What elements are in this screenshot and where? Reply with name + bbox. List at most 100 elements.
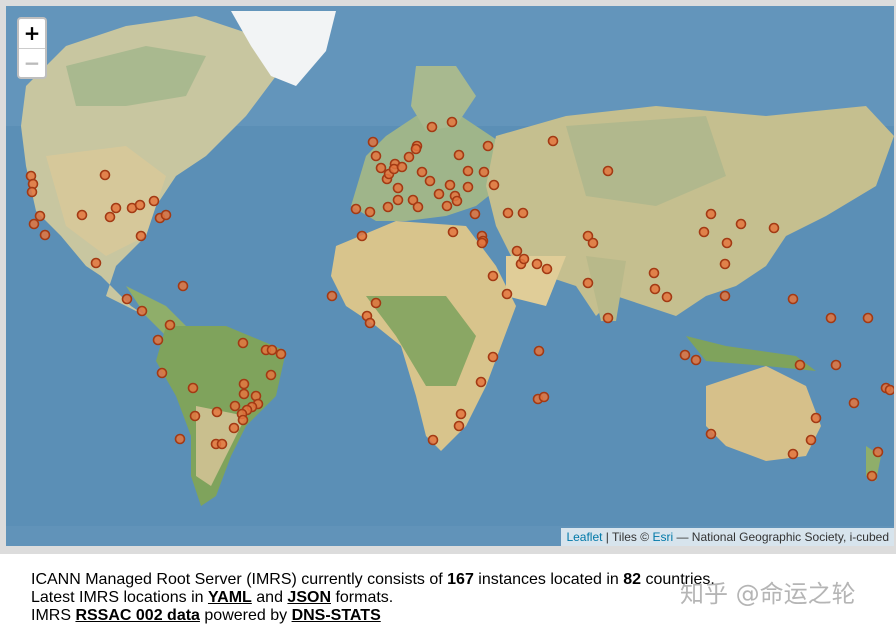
server-location-marker[interactable] (136, 305, 148, 317)
server-location-marker[interactable] (830, 359, 842, 371)
server-location-marker[interactable] (160, 209, 172, 221)
server-location-marker[interactable] (517, 207, 529, 219)
server-location-marker[interactable] (187, 382, 199, 394)
server-location-marker[interactable] (110, 202, 122, 214)
yaml-link[interactable]: YAML (208, 589, 252, 606)
server-location-marker[interactable] (794, 359, 806, 371)
server-location-marker[interactable] (768, 222, 780, 234)
server-location-marker[interactable] (462, 165, 474, 177)
server-location-marker[interactable] (370, 150, 382, 162)
server-location-marker[interactable] (825, 312, 837, 324)
server-location-marker[interactable] (238, 388, 250, 400)
server-location-marker[interactable] (602, 312, 614, 324)
server-location-marker[interactable] (872, 446, 884, 458)
server-location-marker[interactable] (582, 277, 594, 289)
dns-stats-link[interactable]: DNS-STATS (292, 607, 381, 624)
server-location-marker[interactable] (649, 283, 661, 295)
server-location-marker[interactable] (705, 428, 717, 440)
server-location-marker[interactable] (228, 422, 240, 434)
server-location-marker[interactable] (488, 179, 500, 191)
server-location-marker[interactable] (364, 317, 376, 329)
server-location-marker[interactable] (487, 351, 499, 363)
server-location-marker[interactable] (661, 291, 673, 303)
server-location-marker[interactable] (805, 434, 817, 446)
server-location-marker[interactable] (28, 218, 40, 230)
server-location-marker[interactable] (719, 258, 731, 270)
server-location-marker[interactable] (690, 354, 702, 366)
server-location-marker[interactable] (134, 199, 146, 211)
server-location-marker[interactable] (99, 169, 111, 181)
server-location-marker[interactable] (433, 188, 445, 200)
server-location-marker[interactable] (26, 186, 38, 198)
server-location-marker[interactable] (326, 290, 338, 302)
server-location-marker[interactable] (787, 448, 799, 460)
server-location-marker[interactable] (39, 229, 51, 241)
server-location-marker[interactable] (538, 391, 550, 403)
server-location-marker[interactable] (602, 165, 614, 177)
esri-link[interactable]: Esri (652, 530, 673, 544)
server-location-marker[interactable] (547, 135, 559, 147)
server-location-marker[interactable] (275, 348, 287, 360)
server-location-marker[interactable] (392, 194, 404, 206)
server-location-marker[interactable] (265, 369, 277, 381)
server-location-marker[interactable] (447, 226, 459, 238)
json-link[interactable]: JSON (287, 589, 331, 606)
server-location-marker[interactable] (451, 195, 463, 207)
server-location-marker[interactable] (189, 410, 201, 422)
server-location-marker[interactable] (476, 237, 488, 249)
server-location-marker[interactable] (441, 200, 453, 212)
server-location-marker[interactable] (446, 116, 458, 128)
server-location-marker[interactable] (469, 208, 481, 220)
server-location-marker[interactable] (705, 208, 717, 220)
server-location-marker[interactable] (862, 312, 874, 324)
server-location-marker[interactable] (884, 384, 895, 396)
server-location-marker[interactable] (462, 181, 474, 193)
server-location-marker[interactable] (156, 367, 168, 379)
server-location-marker[interactable] (719, 290, 731, 302)
server-location-marker[interactable] (679, 349, 691, 361)
server-location-marker[interactable] (76, 209, 88, 221)
server-location-marker[interactable] (848, 397, 860, 409)
server-location-marker[interactable] (866, 470, 878, 482)
server-location-marker[interactable] (410, 143, 422, 155)
server-location-marker[interactable] (375, 162, 387, 174)
server-location-marker[interactable] (350, 203, 362, 215)
server-location-marker[interactable] (403, 151, 415, 163)
leaflet-link[interactable]: Leaflet (566, 530, 602, 544)
server-location-marker[interactable] (211, 406, 223, 418)
server-location-marker[interactable] (148, 195, 160, 207)
server-location-marker[interactable] (482, 140, 494, 152)
server-location-marker[interactable] (810, 412, 822, 424)
server-location-marker[interactable] (587, 237, 599, 249)
server-location-marker[interactable] (531, 258, 543, 270)
server-location-marker[interactable] (90, 257, 102, 269)
server-location-marker[interactable] (370, 297, 382, 309)
server-location-marker[interactable] (518, 253, 530, 265)
server-location-marker[interactable] (511, 245, 523, 257)
server-location-marker[interactable] (455, 408, 467, 420)
server-location-marker[interactable] (135, 230, 147, 242)
server-location-marker[interactable] (237, 414, 249, 426)
server-location-marker[interactable] (216, 438, 228, 450)
server-location-marker[interactable] (721, 237, 733, 249)
server-location-marker[interactable] (478, 166, 490, 178)
server-location-marker[interactable] (735, 218, 747, 230)
server-location-marker[interactable] (266, 344, 278, 356)
server-location-marker[interactable] (121, 293, 133, 305)
server-location-marker[interactable] (237, 337, 249, 349)
server-location-marker[interactable] (787, 293, 799, 305)
world-map[interactable]: + − Leaflet | Tiles © Esri — National Ge… (6, 6, 894, 546)
server-location-marker[interactable] (475, 376, 487, 388)
server-location-marker[interactable] (396, 161, 408, 173)
zoom-out-button[interactable]: − (19, 49, 45, 78)
server-location-marker[interactable] (356, 230, 368, 242)
server-location-marker[interactable] (698, 226, 710, 238)
server-location-marker[interactable] (34, 210, 46, 222)
server-location-marker[interactable] (424, 175, 436, 187)
server-location-marker[interactable] (367, 136, 379, 148)
server-location-marker[interactable] (174, 433, 186, 445)
server-location-marker[interactable] (382, 201, 394, 213)
server-location-marker[interactable] (453, 420, 465, 432)
server-location-marker[interactable] (229, 400, 241, 412)
zoom-in-button[interactable]: + (19, 19, 45, 49)
